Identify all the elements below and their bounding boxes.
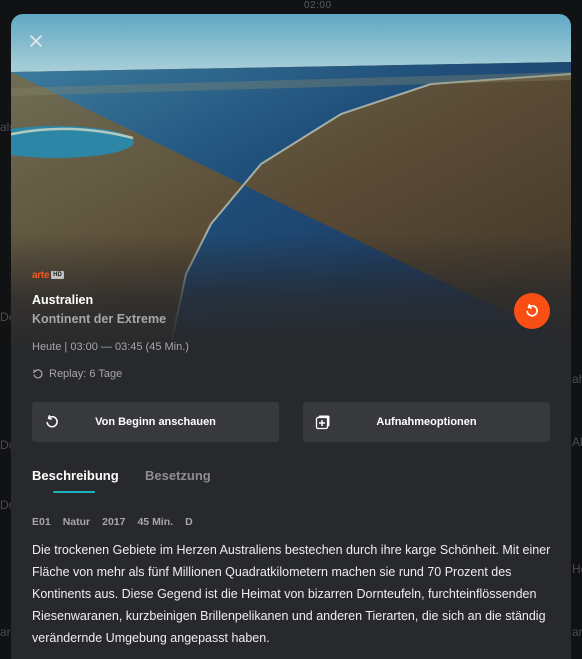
meta-country: D xyxy=(185,516,193,528)
replay-label: Replay: 6 Tage xyxy=(49,368,123,380)
replay-info: Replay: 6 Tage xyxy=(32,368,122,380)
watch-from-start-label: Von Beginn anschauen xyxy=(95,416,216,428)
meta-episode: E01 xyxy=(32,516,51,528)
tab-cast[interactable]: Besetzung xyxy=(145,468,211,483)
program-hero-image xyxy=(11,14,571,344)
program-title: Australien xyxy=(32,293,94,307)
guide-fragment: ah xyxy=(572,372,582,386)
restart-icon xyxy=(526,304,538,317)
program-subtitle: Kontinent der Extreme xyxy=(32,312,167,326)
guide-fragment: He xyxy=(572,562,582,576)
channel-name: arte xyxy=(32,269,50,281)
close-button[interactable] xyxy=(25,30,47,52)
program-detail-modal: arte HD Australien Kontinent der Extreme… xyxy=(11,14,571,659)
program-meta: E01 Natur 2017 45 Min. D xyxy=(32,516,193,528)
watch-from-start-button[interactable]: Von Beginn anschauen xyxy=(32,402,279,442)
guide-fragment: Al xyxy=(572,435,582,449)
broadcast-time: Heute | 03:00 — 03:45 (45 Min.) xyxy=(32,341,189,353)
hd-badge: HD xyxy=(51,271,64,279)
guide-fragment: ar xyxy=(572,625,582,639)
guide-time-label: 02:00 xyxy=(304,0,332,11)
recording-add-icon xyxy=(315,415,330,430)
close-icon xyxy=(30,35,42,47)
guide-fragment: ar xyxy=(0,625,11,639)
channel-logo: arte HD xyxy=(32,269,64,281)
meta-duration: 45 Min. xyxy=(137,516,174,528)
meta-year: 2017 xyxy=(102,516,126,528)
replay-icon xyxy=(32,369,43,379)
recording-options-label: Aufnahmeoptionen xyxy=(376,416,477,428)
meta-genre: Natur xyxy=(62,516,91,528)
program-description: Die trockenen Gebiete im Herzen Australi… xyxy=(32,543,551,645)
recording-options-button[interactable]: Aufnahmeoptionen xyxy=(303,402,550,442)
tab-description[interactable]: Beschreibung xyxy=(32,468,119,483)
restart-icon xyxy=(46,415,58,428)
active-tab-indicator xyxy=(53,491,95,493)
restart-fab-button[interactable] xyxy=(514,293,550,329)
